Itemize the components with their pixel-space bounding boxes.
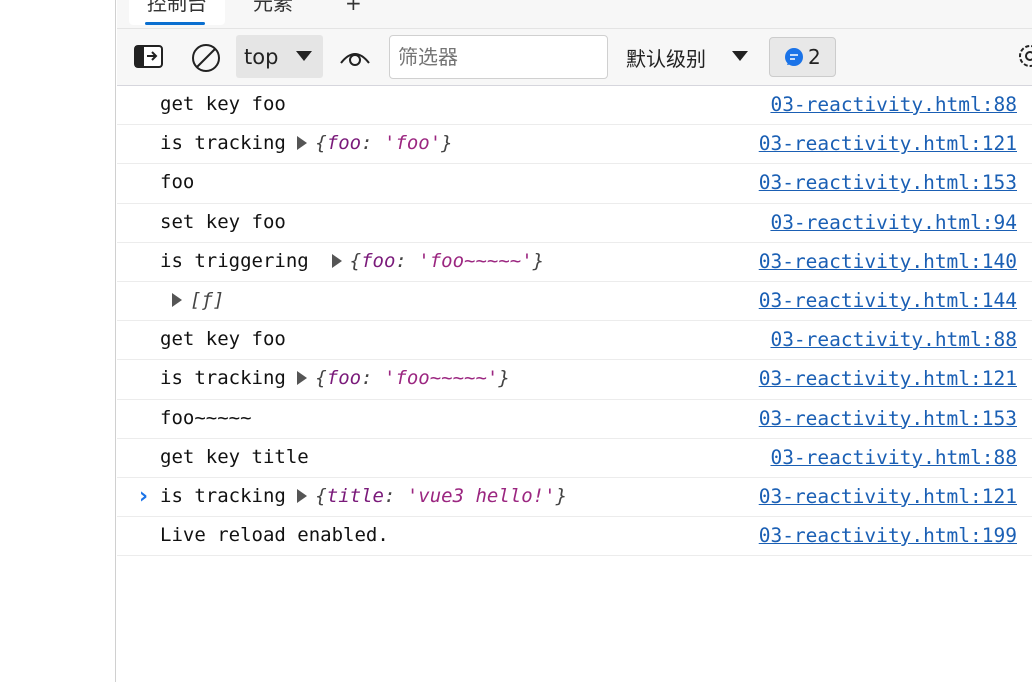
- message-text: get key foo: [160, 328, 286, 351]
- message-text: set key foo: [160, 210, 286, 233]
- message-text: is tracking: [160, 367, 286, 390]
- object-value: 'foo': [383, 132, 442, 155]
- settings-gear-icon[interactable]: [1015, 41, 1032, 71]
- tab-console[interactable]: 控制台: [129, 0, 225, 25]
- object-preview[interactable]: {title: 'vue3 hello!'}: [297, 485, 567, 507]
- source-link[interactable]: 03-reactivity.html:88: [770, 93, 1017, 116]
- console-message: get key foo 03-reactivity.html:88: [117, 321, 1032, 361]
- object-key: title: [326, 484, 384, 507]
- context-value: top: [244, 45, 279, 69]
- live-expression-eye-icon[interactable]: [339, 47, 371, 67]
- message-count: 2: [808, 45, 821, 69]
- message-text: get key foo: [160, 93, 286, 115]
- source-link[interactable]: 03-reactivity.html:199: [759, 524, 1017, 547]
- expand-triangle-icon[interactable]: [297, 371, 308, 386]
- console-message: is triggering {foo: 'foo~~~~~'} 03-reacti…: [117, 243, 1032, 282]
- message-text: get key title: [160, 445, 309, 468]
- filter-input[interactable]: [389, 35, 608, 79]
- expand-triangle-icon[interactable]: [297, 488, 308, 503]
- console-toolbar: top 默认级别 2: [117, 29, 1032, 86]
- source-link[interactable]: 03-reactivity.html:153: [759, 171, 1017, 194]
- toggle-sidebar-icon[interactable]: [134, 45, 164, 69]
- expand-triangle-icon[interactable]: [172, 292, 182, 307]
- source-link[interactable]: 03-reactivity.html:144: [759, 289, 1017, 312]
- devtools-tabs: 控制台 元素 +: [117, 0, 1032, 29]
- source-link[interactable]: 03-reactivity.html:94: [770, 211, 1017, 234]
- object-value: 'vue3 hello!': [406, 484, 556, 507]
- object-key: foo: [326, 132, 362, 155]
- source-link[interactable]: 03-reactivity.html:88: [770, 328, 1017, 351]
- message-text: is tracking: [160, 484, 286, 507]
- message-icon: [785, 48, 803, 66]
- source-link[interactable]: 03-reactivity.html:153: [759, 407, 1017, 430]
- message-text: is tracking: [160, 132, 286, 155]
- source-link[interactable]: 03-reactivity.html:140: [759, 250, 1017, 273]
- source-link[interactable]: 03-reactivity.html:121: [759, 132, 1017, 155]
- console-message: is tracking {foo: 'foo'} 03-reactivity.ht…: [117, 125, 1032, 165]
- console-messages: get key foo 03-reactivity.html:88 is track…: [117, 86, 1032, 557]
- object-preview[interactable]: {foo: 'foo~~~~~'}: [331, 249, 544, 272]
- tab-elements[interactable]: 元素: [235, 0, 311, 25]
- console-message: [ƒ] 03-reactivity.html:144: [117, 282, 1032, 322]
- source-link[interactable]: 03-reactivity.html:88: [770, 446, 1017, 469]
- console-message: foo~~~~~ 03-reactivity.html:153: [117, 400, 1032, 439]
- chevron-down-icon: [296, 51, 312, 61]
- object-key: foo: [326, 367, 362, 390]
- source-link[interactable]: 03-reactivity.html:121: [759, 485, 1017, 508]
- object-preview[interactable]: {foo: 'foo~~~~~'}: [297, 367, 510, 389]
- message-text: foo: [160, 171, 195, 194]
- array-preview[interactable]: [ƒ]: [190, 289, 224, 311]
- log-level-label: 默认级别: [626, 47, 706, 71]
- console-prompt[interactable]: ›: [139, 484, 148, 509]
- object-value: 'foo~~~~~': [383, 367, 499, 390]
- message-text: Live reload enabled.: [160, 524, 389, 547]
- object-value: 'foo~~~~~': [418, 249, 533, 272]
- object-preview[interactable]: {foo: 'foo'}: [297, 132, 453, 155]
- expand-triangle-icon[interactable]: [297, 136, 308, 151]
- console-message: is tracking {foo: 'foo~~~~~'} 03-reactivi…: [117, 360, 1032, 400]
- page-viewport: [0, 0, 116, 682]
- console-message: get key foo 03-reactivity.html:88: [117, 86, 1032, 126]
- console-message: set key foo 03-reactivity.html:94: [117, 204, 1032, 243]
- devtools-panel: 控制台 元素 + top 默认级别 2 get key foo 03-reacti…: [117, 0, 1032, 682]
- console-message: foo 03-reactivity.html:153: [117, 164, 1032, 204]
- console-message: is tracking {title: 'vue3 hello!'} 03-rea…: [117, 478, 1032, 518]
- console-message: get key title 03-reactivity.html:88: [117, 439, 1032, 478]
- clear-console-icon[interactable]: [191, 43, 221, 73]
- add-tab-button[interactable]: +: [327, 0, 380, 25]
- message-text: is triggering: [160, 249, 321, 272]
- context-selector[interactable]: top: [236, 35, 323, 78]
- console-message: Live reload enabled. 03-reactivity.html:1…: [117, 517, 1032, 557]
- expand-triangle-icon[interactable]: [331, 253, 342, 268]
- object-key: foo: [361, 249, 396, 272]
- chevron-down-icon: [732, 51, 748, 61]
- source-link[interactable]: 03-reactivity.html:121: [759, 367, 1017, 390]
- log-level-dropdown[interactable]: 默认级别: [626, 43, 756, 72]
- messages-badge[interactable]: 2: [769, 37, 836, 77]
- message-text: foo~~~~~: [160, 406, 252, 429]
